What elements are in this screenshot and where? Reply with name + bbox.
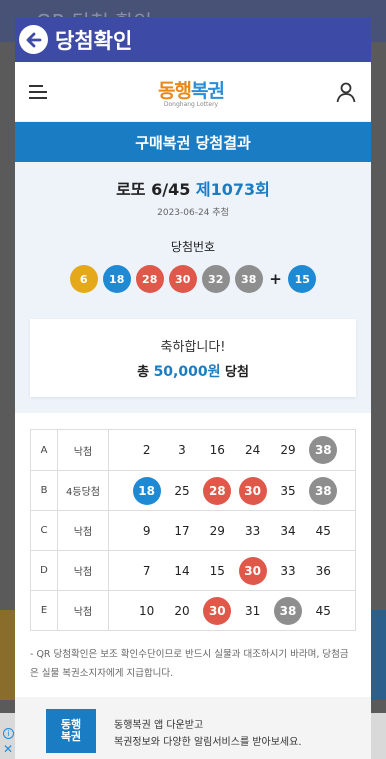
background-card-left <box>0 610 15 700</box>
ticket-table: A 낙첨 2 3 16 24 29 38 B 4등당첨 18 25 28 30 35 38 C 낙첨 9 17 29 33… <box>30 429 356 631</box>
site-header: 동행복권 Donghang Lottery <box>15 62 371 122</box>
ticket-row-letter: C <box>31 511 58 550</box>
congrats-card: 축하합니다! 총 50,000원 당첨 <box>30 319 356 397</box>
dialog-header: 당첨확인 <box>15 17 371 62</box>
winning-numbers-label: 당첨번호 <box>170 240 216 254</box>
winning-ball: 6 <box>69 265 98 293</box>
plus-sign: + <box>269 270 282 288</box>
ticket-row-numbers: 2 3 16 24 29 38 <box>109 430 355 470</box>
congrats-message: 축하합니다! <box>160 339 226 355</box>
winning-ball: 38 <box>234 265 263 293</box>
winning-ball: 30 <box>168 265 197 293</box>
ticket-number: 17 <box>174 523 190 538</box>
app-download-promo[interactable]: 동행 복권 동행복권 앱 다운받고 복권정보와 다양한 알림서비스를 받아보세요… <box>15 697 371 759</box>
ticket-number: 14 <box>174 563 190 578</box>
ticket-number: 45 <box>315 523 331 538</box>
ticket-number: 34 <box>280 523 296 538</box>
dialog-title: 당첨확인 <box>55 28 133 53</box>
promo-text: 동행복권 앱 다운받고 복권정보와 다양한 알림서비스를 받아보세요. <box>114 720 302 748</box>
ad-close-icon[interactable]: ✕ <box>3 742 13 756</box>
ticket-number: 18 <box>132 476 161 505</box>
ticket-number: 35 <box>280 483 296 498</box>
result-dialog: 당첨확인 동행복권 Donghang Lottery 구매복권 당첨결과 로또 … <box>15 17 371 759</box>
ticket-row-result: 4등당첨 <box>58 471 109 510</box>
draw-date: 2023-06-24 추첨 <box>157 208 229 218</box>
winning-numbers: 6 18 28 30 32 38 + 15 <box>30 265 356 293</box>
ticket-row-result: 낙첨 <box>58 511 109 550</box>
app-logo-icon: 동행 복권 <box>46 709 96 753</box>
ticket-number: 30 <box>238 476 267 505</box>
ticket-row-letter: A <box>31 430 58 470</box>
ticket-row-letter: E <box>31 591 58 630</box>
ticket-row: D 낙첨 7 14 15 30 33 36 <box>31 550 355 590</box>
ticket-number: 9 <box>142 523 151 538</box>
ticket-number: 38 <box>309 476 338 505</box>
ticket-number: 38 <box>309 436 338 464</box>
ticket-number: 10 <box>139 603 155 618</box>
ticket-number: 29 <box>209 523 225 538</box>
ticket-number: 15 <box>209 563 225 578</box>
ticket-number: 28 <box>203 476 232 505</box>
back-button[interactable] <box>19 25 48 54</box>
notice-text: - QR 당첨확인은 보조 확인수단이므로 반드시 실물과 대조하시기 바라며,… <box>30 649 349 679</box>
winning-ball: 28 <box>135 265 164 293</box>
ticket-number: 33 <box>280 563 296 578</box>
ticket-row: A 낙첨 2 3 16 24 29 38 <box>31 430 355 470</box>
draw-result-section: 로또 6/45 제1073회 2023-06-24 추첨 당첨번호 6 18 2… <box>15 162 371 413</box>
ticket-row-numbers: 7 14 15 30 33 36 <box>109 551 355 590</box>
ticket-row: C 낙첨 9 17 29 33 34 45 <box>31 510 355 550</box>
ticket-number: 25 <box>174 483 190 498</box>
ticket-number: 30 <box>238 556 267 585</box>
background-card-right <box>371 610 386 700</box>
ticket-number: 2 <box>142 443 151 457</box>
user-icon[interactable] <box>335 81 357 103</box>
ticket-number: 30 <box>203 596 232 625</box>
ticket-number: 3 <box>178 443 186 457</box>
ticket-number: 45 <box>315 603 331 618</box>
ticket-number: 38 <box>273 596 302 625</box>
ticket-number: 31 <box>245 603 261 618</box>
ticket-number: 29 <box>280 443 296 457</box>
winning-ball: 32 <box>201 265 230 293</box>
ticket-row: E 낙첨 10 20 30 31 38 45 <box>31 590 355 630</box>
arrow-left-icon <box>26 32 41 47</box>
ticket-number: 33 <box>245 523 261 538</box>
result-banner: 구매복권 당첨결과 <box>15 122 371 162</box>
ticket-row-letter: D <box>31 551 58 590</box>
ticket-row-result: 낙첨 <box>58 430 109 470</box>
ticket-number: 7 <box>142 563 151 578</box>
bonus-ball: 15 <box>288 265 317 293</box>
prize-amount: 총 50,000원 당첨 <box>137 363 249 380</box>
winning-ball: 18 <box>102 265 131 293</box>
ticket-number: 24 <box>245 443 261 457</box>
ticket-number: 36 <box>315 563 331 578</box>
ticket-number: 16 <box>209 443 225 457</box>
ticket-row-numbers: 10 20 30 31 38 45 <box>109 591 355 630</box>
ticket-row-result: 낙첨 <box>58 591 109 630</box>
draw-title: 로또 6/45 제1073회 <box>116 180 270 199</box>
ticket-row: B 4등당첨 18 25 28 30 35 38 <box>31 470 355 510</box>
site-logo[interactable]: 동행복권 Donghang Lottery <box>158 76 225 108</box>
ticket-number: 20 <box>174 603 190 618</box>
ticket-row-letter: B <box>31 471 58 510</box>
menu-icon[interactable] <box>29 81 47 103</box>
ad-info-icon[interactable]: i <box>3 728 14 739</box>
ticket-row-numbers: 9 17 29 33 34 45 <box>109 511 355 550</box>
ticket-row-numbers: 18 25 28 30 35 38 <box>109 471 355 510</box>
ticket-row-result: 낙첨 <box>58 551 109 590</box>
